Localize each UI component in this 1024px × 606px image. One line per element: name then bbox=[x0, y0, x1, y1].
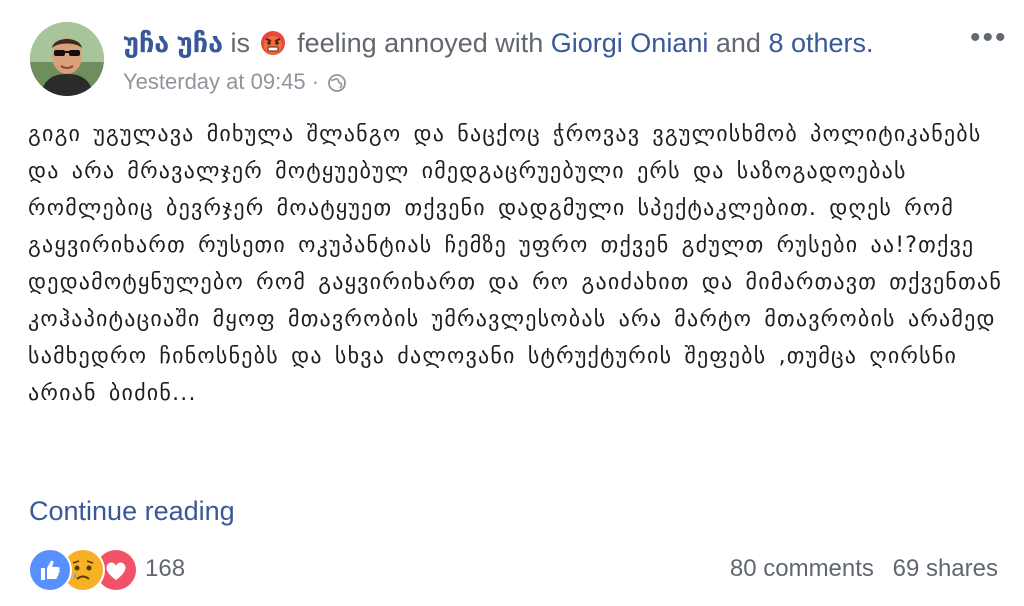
feeling-text: feeling annoyed with bbox=[297, 28, 544, 58]
is-word: is bbox=[230, 28, 251, 58]
others-link[interactable]: 8 others. bbox=[768, 28, 873, 58]
facebook-post: უჩა უჩა is feeling annoyed with Giorgi O… bbox=[0, 0, 1024, 606]
timestamp[interactable]: Yesterday at 09:45 bbox=[123, 69, 306, 94]
more-horizontal-icon[interactable]: ••• bbox=[970, 23, 1010, 53]
author-name[interactable]: უჩა უჩა bbox=[123, 28, 223, 58]
post-stats: 80 comments 69 shares bbox=[730, 554, 998, 584]
like-icon bbox=[28, 548, 72, 592]
tagged-person-link[interactable]: Giorgi Oniani bbox=[551, 28, 709, 58]
continue-reading-link[interactable]: Continue reading bbox=[29, 494, 235, 528]
shares-count[interactable]: 69 shares bbox=[893, 555, 998, 582]
post-text: გიგი უგულავა მიხულა შლანგო და ნაცქოც ჭრო… bbox=[28, 122, 1003, 406]
avatar[interactable] bbox=[30, 22, 104, 96]
meta-separator: · bbox=[311, 69, 320, 94]
reaction-count[interactable]: 168 bbox=[145, 554, 185, 584]
globe-icon[interactable] bbox=[327, 72, 347, 100]
and-word: and bbox=[715, 28, 761, 58]
post-meta: Yesterday at 09:45 · bbox=[123, 68, 347, 100]
angry-face-icon bbox=[260, 30, 286, 64]
post-header: უჩა უჩა is feeling annoyed with Giorgi O… bbox=[123, 26, 874, 64]
comments-count[interactable]: 80 comments bbox=[730, 555, 874, 582]
